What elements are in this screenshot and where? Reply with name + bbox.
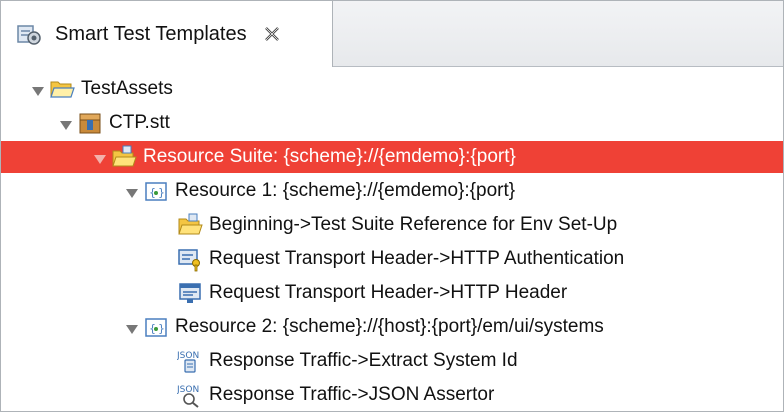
resource-icon: { } [143, 314, 169, 340]
expand-toggle-icon[interactable] [125, 320, 139, 334]
close-icon[interactable] [263, 25, 281, 43]
view-tab-bar: Smart Test Templates [1, 1, 783, 67]
svg-text:}: } [158, 322, 165, 335]
tree-node-http-header[interactable]: Request Transport Header->HTTP Header [1, 277, 783, 309]
tab-smart-test-templates[interactable]: Smart Test Templates [1, 1, 333, 67]
tree-node-suite-reference[interactable]: Beginning->Test Suite Reference for Env … [1, 209, 783, 241]
smart-test-templates-icon [15, 20, 43, 48]
tree-node-label: Request Transport Header->HTTP Header [209, 282, 568, 303]
tree-node-json-assertor[interactable]: JSON Response Traffic->JSON Assertor [1, 379, 783, 411]
expand-toggle-icon[interactable] [31, 82, 45, 96]
tree-node-label: Response Traffic->JSON Assertor [209, 384, 495, 405]
tree-node-label: Request Transport Header->HTTP Authentic… [209, 248, 625, 269]
http-header-icon [177, 280, 203, 306]
tab-title: Smart Test Templates [55, 22, 247, 45]
tree-node-label: TestAssets [81, 78, 173, 99]
tree-node-label: Beginning->Test Suite Reference for Env … [209, 214, 618, 235]
template-tree: TestAssets CTP.stt Resource Suite: {sche… [1, 67, 783, 411]
stt-file-icon [77, 110, 103, 136]
tree-node-extract-system-id[interactable]: JSON Response Traffic->Extract System Id [1, 345, 783, 377]
tree-node-label: Response Traffic->Extract System Id [209, 350, 518, 371]
tree-node-ctp-stt[interactable]: CTP.stt [1, 107, 783, 139]
json-assertor-icon: JSON [176, 382, 203, 408]
svg-text:}: } [158, 186, 165, 199]
tree-node-resource-suite[interactable]: Resource Suite: {scheme}://{emdemo}:{por… [1, 141, 783, 173]
suite-reference-icon [177, 212, 203, 238]
tree-node-http-authentication[interactable]: Request Transport Header->HTTP Authentic… [1, 243, 783, 275]
expand-toggle-icon[interactable] [59, 116, 73, 130]
tree-node-label: Resource 1: {scheme}://{emdemo}:{port} [175, 180, 516, 201]
tree-node-label: Resource Suite: {scheme}://{emdemo}:{por… [143, 146, 516, 167]
suite-folder-icon [111, 144, 137, 170]
json-extract-icon: JSON [176, 348, 203, 374]
resource-icon: { } [143, 178, 169, 204]
tree-node-resource-1[interactable]: { } Resource 1: {scheme}://{emdemo}:{por… [1, 175, 783, 207]
folder-open-icon [49, 76, 75, 102]
expand-toggle-icon[interactable] [125, 184, 139, 198]
tree-node-label: Resource 2: {scheme}://{host}:{port}/em/… [175, 316, 604, 337]
tree-node-resource-2[interactable]: { } Resource 2: {scheme}://{host}:{port}… [1, 311, 783, 343]
smart-test-templates-view: Smart Test Templates TestAssets CTP.stt … [0, 0, 784, 412]
tree-node-testassets[interactable]: TestAssets [1, 73, 783, 105]
http-authentication-icon [177, 246, 203, 272]
expand-toggle-icon[interactable] [93, 150, 107, 164]
tree-node-label: CTP.stt [109, 112, 170, 133]
